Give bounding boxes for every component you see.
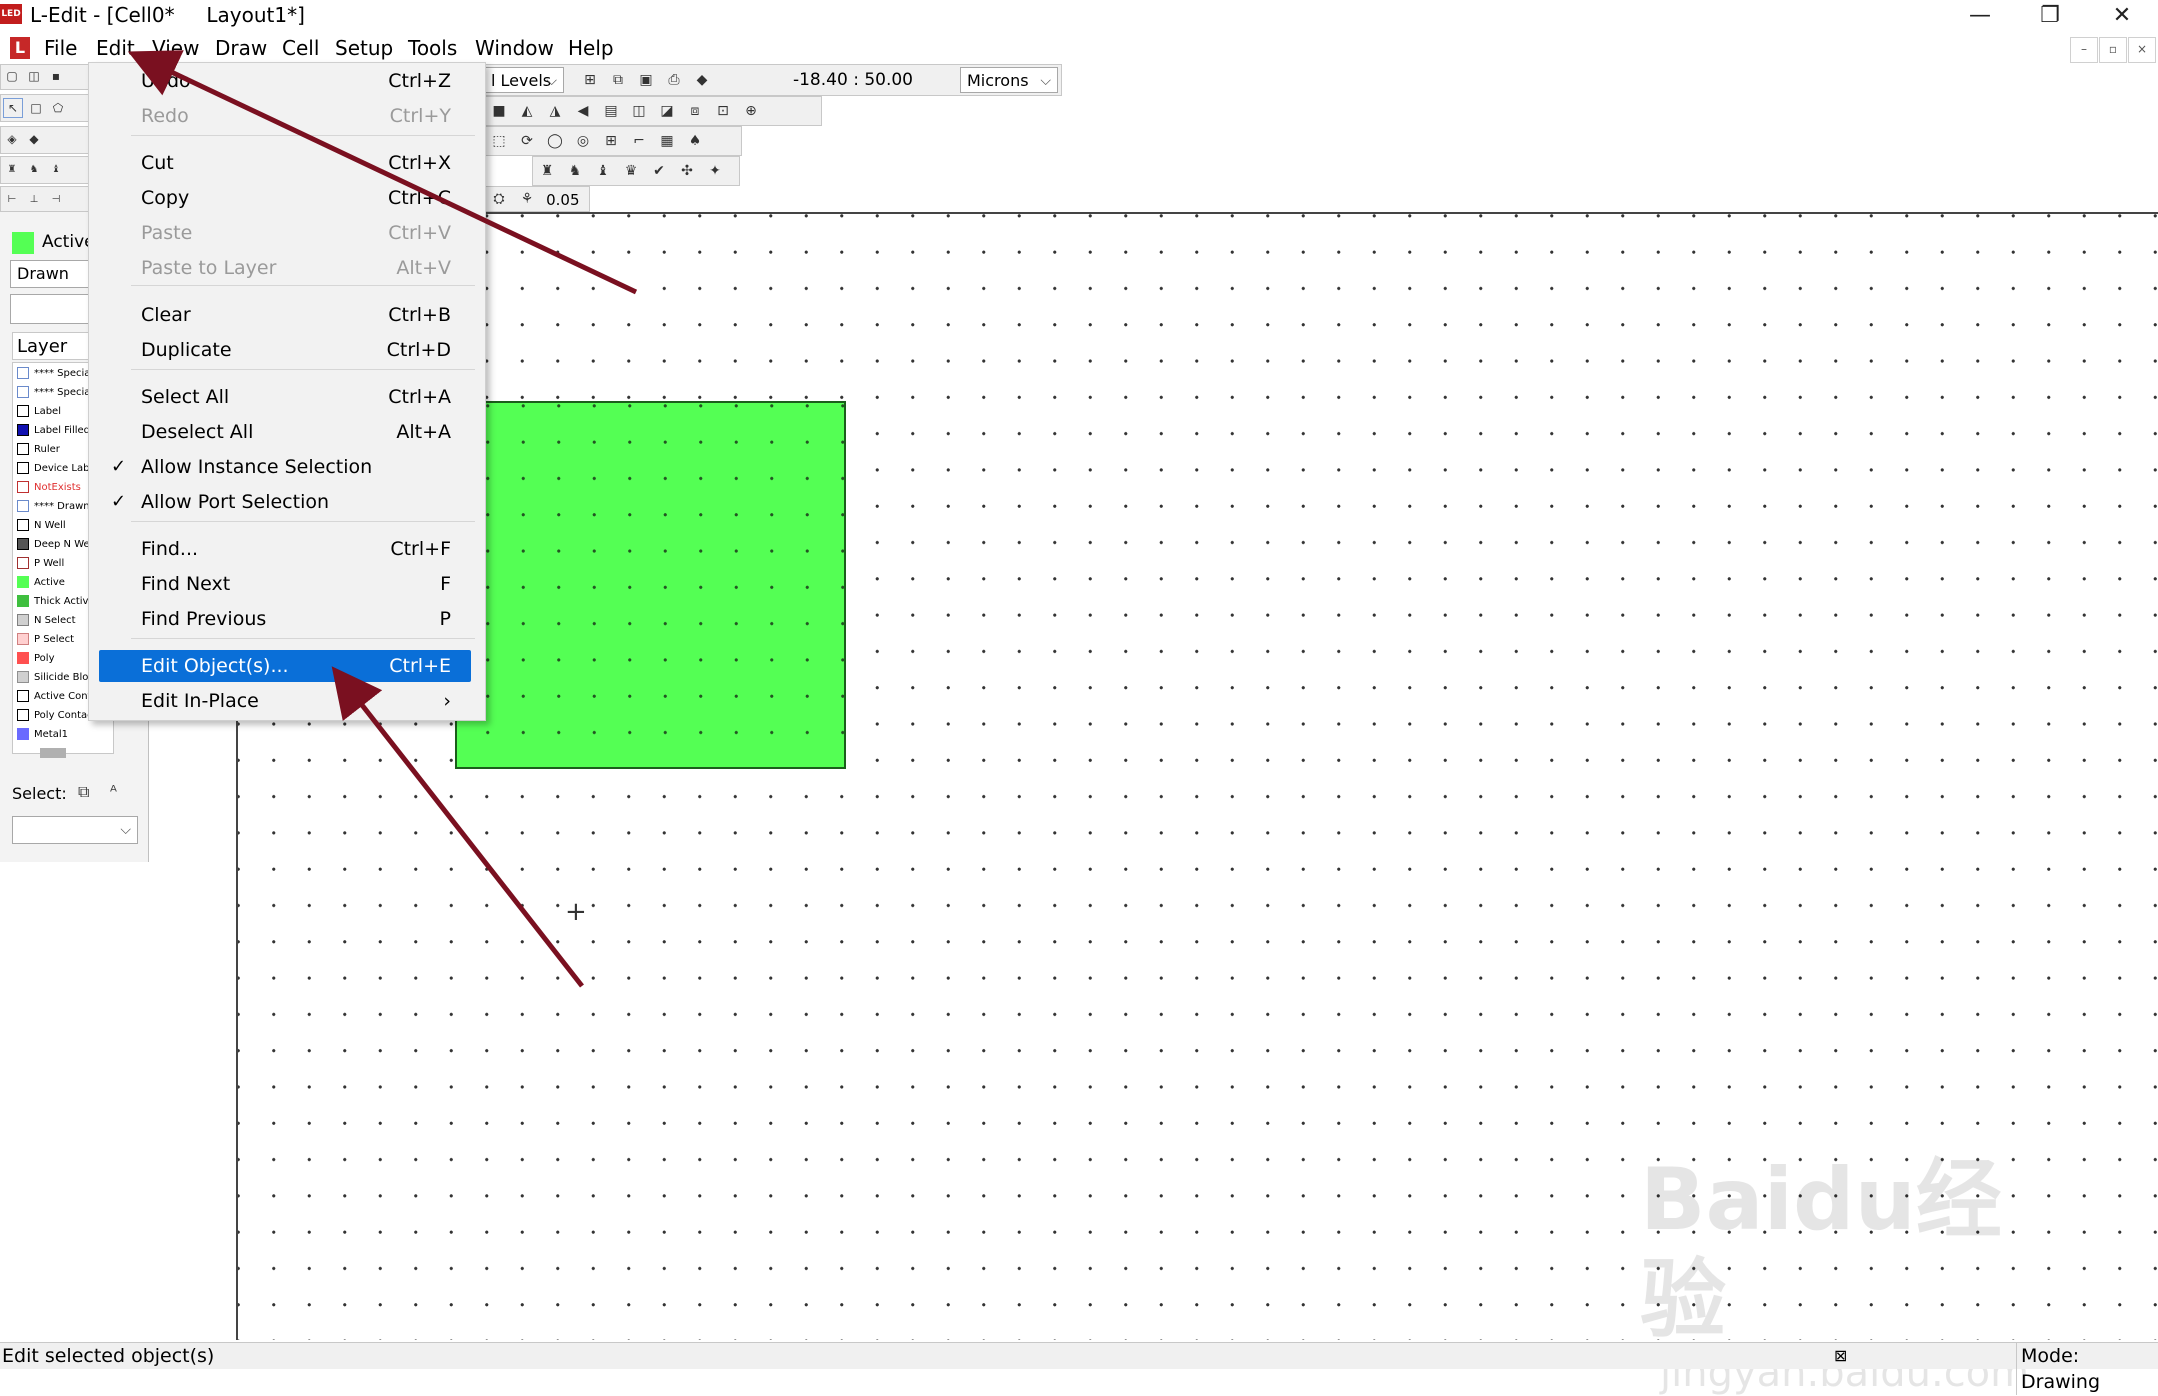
status-mode: Mode: Drawing [2016, 1343, 2158, 1395]
status-message: Edit selected object(s) [2, 1345, 215, 1367]
annotation-arrow-edit-objects [331, 666, 584, 988]
annotation-arrow-edit-menu [127, 50, 638, 295]
status-indicator-icon: ⊠ [1834, 1346, 1848, 1365]
annotation-arrows [127, 50, 638, 988]
status-bar: Edit selected object(s) ⊠ Mode: Drawing [0, 1342, 2158, 1395]
